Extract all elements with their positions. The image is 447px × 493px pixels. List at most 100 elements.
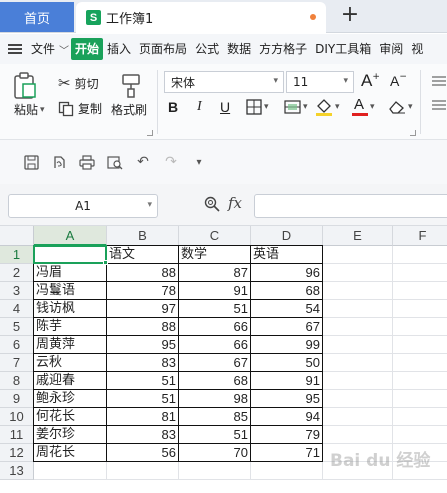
cell-e8[interactable] xyxy=(323,372,393,390)
row-header-13[interactable]: 13 xyxy=(0,462,34,480)
cell-c9[interactable]: 98 xyxy=(179,390,251,408)
border-button[interactable]: ▾ xyxy=(246,96,269,118)
print-preview-icon[interactable] xyxy=(106,153,124,171)
cell-c11[interactable]: 51 xyxy=(179,426,251,444)
cell-b10[interactable]: 81 xyxy=(107,408,179,426)
cut-button[interactable]: ✂ 剪切 xyxy=(58,74,99,92)
cell-f6[interactable] xyxy=(393,336,447,354)
cell-d5[interactable]: 67 xyxy=(251,318,323,336)
dialog-launcher-icon[interactable] xyxy=(410,130,416,136)
column-header-f[interactable]: F xyxy=(393,226,447,246)
menu-review[interactable]: 审阅 xyxy=(375,38,407,60)
cell-f8[interactable] xyxy=(393,372,447,390)
menu-file[interactable]: 文件 xyxy=(27,38,59,60)
cell-e3[interactable] xyxy=(323,282,393,300)
row-header-8[interactable]: 8 xyxy=(0,372,34,390)
cell-d2[interactable]: 96 xyxy=(251,264,323,282)
cell-d10[interactable]: 94 xyxy=(251,408,323,426)
menu-home[interactable]: 开始 xyxy=(71,38,104,60)
menu-fangfang-gezi[interactable]: 方方格子 xyxy=(255,38,311,60)
cell-e2[interactable] xyxy=(323,264,393,282)
format-painter-label[interactable]: 格式刷 xyxy=(111,101,147,118)
cell-a1[interactable] xyxy=(34,246,107,264)
row-header-3[interactable]: 3 xyxy=(0,282,34,300)
formula-input[interactable] xyxy=(254,194,447,218)
dialog-launcher-icon[interactable] xyxy=(147,130,153,136)
italic-button[interactable]: I xyxy=(197,96,202,118)
menu-data[interactable]: 数据 xyxy=(223,38,255,60)
row-header-7[interactable]: 7 xyxy=(0,354,34,372)
row-header-5[interactable]: 5 xyxy=(0,318,34,336)
cell-b8[interactable]: 51 xyxy=(107,372,179,390)
format-painter-button[interactable] xyxy=(114,72,148,100)
cell-b13[interactable] xyxy=(107,462,179,480)
cell-f12[interactable] xyxy=(393,444,447,462)
cell-b2[interactable]: 88 xyxy=(107,264,179,282)
column-header-e[interactable]: E xyxy=(323,226,393,246)
cell-d13[interactable] xyxy=(251,462,323,480)
cell-e12[interactable] xyxy=(323,444,393,462)
cell-b5[interactable]: 88 xyxy=(107,318,179,336)
grow-font-button[interactable]: A + xyxy=(361,71,380,91)
paste-button[interactable] xyxy=(12,72,46,100)
print-icon[interactable] xyxy=(78,153,96,171)
paste-label-group[interactable]: 粘贴 ▾ xyxy=(14,101,45,118)
cell-c10[interactable]: 85 xyxy=(179,408,251,426)
cell-d1[interactable]: 英语 xyxy=(251,246,323,264)
cell-a7[interactable]: 云秋 xyxy=(34,354,107,372)
bold-button[interactable]: B xyxy=(168,96,178,118)
cell-d7[interactable]: 50 xyxy=(251,354,323,372)
cell-a3[interactable]: 冯鬘语 xyxy=(34,282,107,300)
cell-f4[interactable] xyxy=(393,300,447,318)
column-header-c[interactable]: C xyxy=(179,226,251,246)
cell-a9[interactable]: 鲍永珍 xyxy=(34,390,107,408)
cell-e6[interactable] xyxy=(323,336,393,354)
cell-e11[interactable] xyxy=(323,426,393,444)
font-color-button[interactable]: A ▾ xyxy=(352,96,375,118)
fill-handle[interactable] xyxy=(103,260,108,265)
row-header-9[interactable]: 9 xyxy=(0,390,34,408)
cell-d11[interactable]: 79 xyxy=(251,426,323,444)
cell-b7[interactable]: 83 xyxy=(107,354,179,372)
fill-color-button[interactable]: ▾ xyxy=(315,96,340,118)
cell-e9[interactable] xyxy=(323,390,393,408)
cell-a4[interactable]: 钱访枫 xyxy=(34,300,107,318)
cell-e1[interactable] xyxy=(323,246,393,264)
insert-function-button[interactable]: fx xyxy=(228,194,242,212)
cell-d6[interactable]: 99 xyxy=(251,336,323,354)
font-name-select[interactable]: 宋体 ▾ xyxy=(164,71,284,93)
cell-e13[interactable] xyxy=(323,462,393,480)
underline-button[interactable]: U xyxy=(220,96,230,118)
cell-b6[interactable]: 95 xyxy=(107,336,179,354)
align-bottom-icon[interactable] xyxy=(432,100,447,112)
cell-f5[interactable] xyxy=(393,318,447,336)
row-header-1[interactable]: 1 xyxy=(0,246,34,264)
save-icon[interactable] xyxy=(22,153,40,171)
cell-a11[interactable]: 姜尔珍 xyxy=(34,426,107,444)
cell-f10[interactable] xyxy=(393,408,447,426)
cell-e5[interactable] xyxy=(323,318,393,336)
row-header-4[interactable]: 4 xyxy=(0,300,34,318)
cell-d8[interactable]: 91 xyxy=(251,372,323,390)
merge-cells-button[interactable]: ▾ xyxy=(284,96,308,118)
menu-insert[interactable]: 插入 xyxy=(103,38,135,60)
cell-e4[interactable] xyxy=(323,300,393,318)
shrink-font-button[interactable]: A − xyxy=(390,72,407,89)
column-header-a[interactable]: A xyxy=(34,226,107,246)
row-header-2[interactable]: 2 xyxy=(0,264,34,282)
cell-c4[interactable]: 51 xyxy=(179,300,251,318)
cell-d3[interactable]: 68 xyxy=(251,282,323,300)
export-pdf-icon[interactable] xyxy=(50,153,68,171)
cell-b3[interactable]: 78 xyxy=(107,282,179,300)
cell-f3[interactable] xyxy=(393,282,447,300)
cell-a12[interactable]: 周花长 xyxy=(34,444,107,462)
row-header-12[interactable]: 12 xyxy=(0,444,34,462)
cell-f9[interactable] xyxy=(393,390,447,408)
worksheet-grid[interactable]: A B C D E F 1 语文 数学 英语 2 冯眉 88 87 96 3 冯鬘语 78 91 68 4 钱访枫 97 51… xyxy=(0,226,447,493)
customize-toolbar-icon[interactable]: ▾ xyxy=(190,153,208,171)
cell-a10[interactable]: 何花长 xyxy=(34,408,107,426)
menu-diy-toolbox[interactable]: DIY工具箱 xyxy=(311,38,375,60)
select-all-corner[interactable] xyxy=(0,226,34,246)
redo-icon[interactable]: ↷ xyxy=(162,153,180,171)
cell-c6[interactable]: 66 xyxy=(179,336,251,354)
